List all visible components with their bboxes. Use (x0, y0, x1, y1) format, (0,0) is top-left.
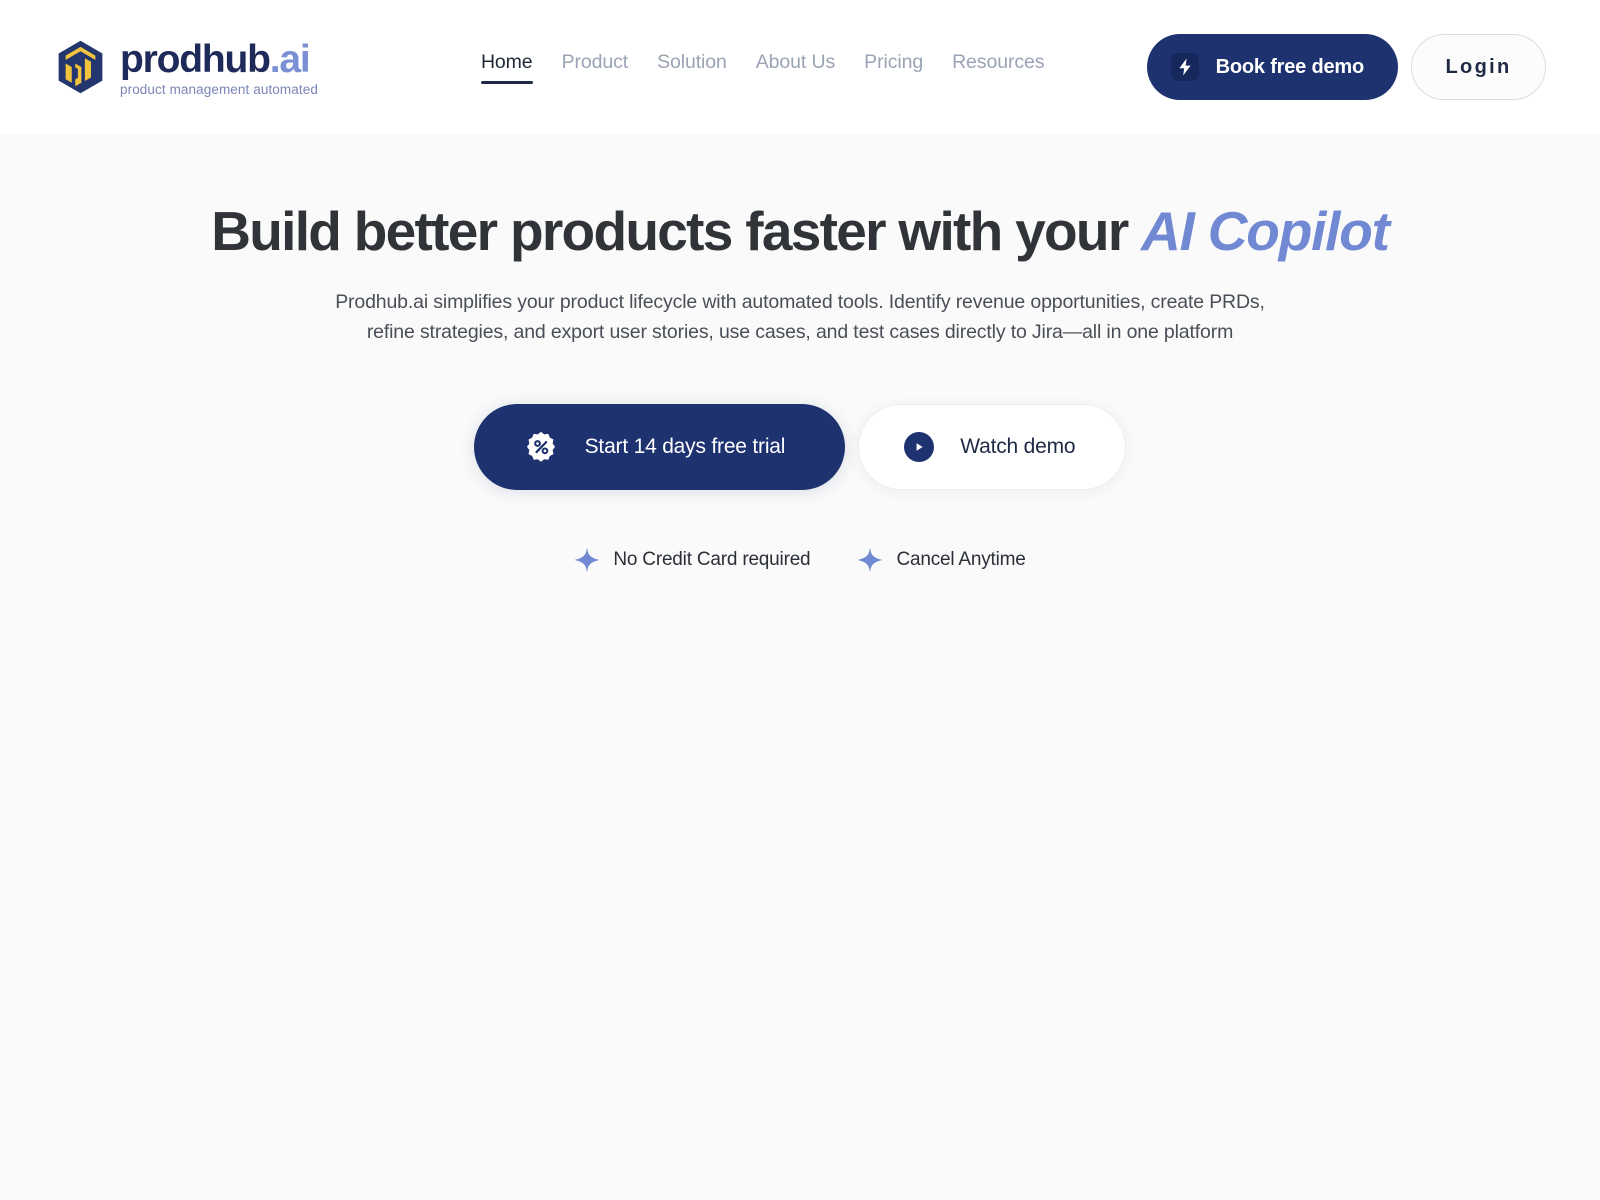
brand-name-suffix: .ai (269, 37, 311, 81)
hero-note-cancel-anytime: Cancel Anytime (857, 547, 1026, 573)
brand-tagline: product management automated (120, 81, 318, 97)
hero-note-label: Cancel Anytime (896, 548, 1026, 570)
hero-subtitle-line-1: Prodhub.ai simplifies your product lifec… (335, 290, 1265, 313)
page-title: Build better products faster with your A… (211, 200, 1390, 263)
watch-demo-button[interactable]: Watch demo (858, 403, 1127, 490)
brand-name: prodhub.ai (120, 37, 311, 81)
book-free-demo-button[interactable]: Book free demo (1146, 34, 1398, 100)
nav-item-home[interactable]: Home (480, 51, 533, 84)
nav-item-pricing[interactable]: Pricing (864, 51, 923, 84)
cube-box-logo-icon (58, 40, 103, 94)
nav-item-resources[interactable]: Resources (952, 51, 1044, 84)
hero-subtitle-line-2: refine strategies, and export user stori… (366, 320, 1234, 343)
start-free-trial-button[interactable]: Start 14 days free trial (473, 403, 846, 490)
nav-item-solution[interactable]: Solution (657, 51, 727, 84)
watch-demo-label: Watch demo (960, 434, 1076, 458)
hero-cta-group: Start 14 days free trial Watch demo (473, 403, 1127, 490)
site-header: prodhub.ai product management automated … (0, 0, 1600, 134)
sparkle-star-icon (857, 547, 883, 573)
sparkle-star-icon (574, 547, 600, 573)
book-free-demo-label: Book free demo (1215, 55, 1365, 78)
brand-text-block: prodhub.ai product management automated (120, 38, 318, 96)
main-navigation: Home Product Solution About Us Pricing R… (480, 51, 1044, 84)
lightning-bolt-icon (1170, 53, 1199, 81)
hero-subtitle: Prodhub.ai simplifies your product lifec… (335, 287, 1265, 347)
discount-badge-percent-icon (526, 431, 555, 462)
hero-notes-group: No Credit Card required Cancel Anytime (574, 547, 1026, 573)
nav-item-about-us[interactable]: About Us (756, 51, 836, 84)
login-button[interactable]: Login (1411, 34, 1546, 100)
hero-note-label: No Credit Card required (613, 548, 811, 570)
page-title-accent: AI Copilot (1141, 200, 1390, 262)
header-actions: Book free demo Login (1146, 34, 1546, 100)
landing-page: prodhub.ai product management automated … (0, 0, 1600, 1200)
page-title-lead: Build better products faster with your (211, 200, 1142, 262)
hero-note-no-credit-card: No Credit Card required (574, 547, 811, 573)
hero-section: Build better products faster with your A… (0, 134, 1600, 1200)
play-circle-icon (904, 431, 935, 462)
brand-logo-link[interactable]: prodhub.ai product management automated (54, 38, 318, 96)
nav-item-product[interactable]: Product (562, 51, 629, 84)
start-free-trial-label: Start 14 days free trial (584, 434, 786, 458)
